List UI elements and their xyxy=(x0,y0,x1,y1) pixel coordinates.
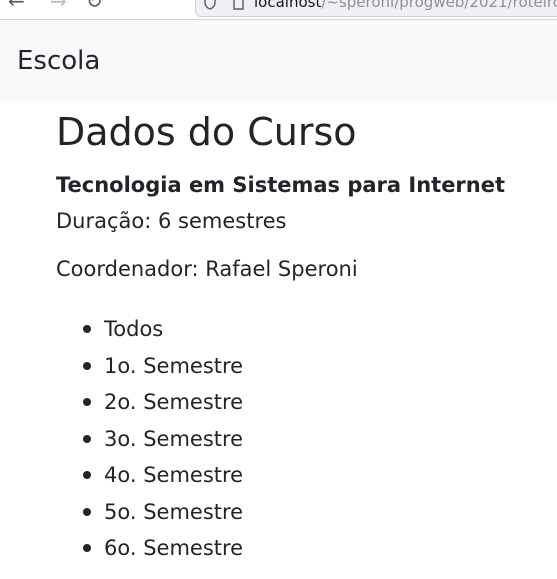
page-icon[interactable] xyxy=(232,0,244,10)
back-arrow-icon[interactable]: ← xyxy=(8,0,25,11)
semester-link[interactable]: 2o. Semestre xyxy=(104,390,243,414)
url-host: localhost xyxy=(254,0,322,11)
semester-link[interactable]: 5o. Semestre xyxy=(104,500,243,524)
navbar: Escola xyxy=(0,20,557,103)
url-text[interactable]: localhost/~speroni/progweb/2021/roteiro/ xyxy=(254,0,557,11)
semester-list-item: 4o. Semestre xyxy=(56,461,243,498)
url-path: /~speroni/progweb/2021/roteiro/ xyxy=(321,0,557,11)
semester-list-item: 1o. Semestre xyxy=(56,352,243,389)
bullet-icon xyxy=(83,434,91,443)
semester-list-item: 6o. Semestre xyxy=(56,534,243,571)
semester-list-item: 2o. Semestre xyxy=(56,388,243,425)
bullet-icon xyxy=(83,544,91,552)
bullet-icon xyxy=(83,398,91,406)
semester-link[interactable]: 6o. Semestre xyxy=(104,536,243,560)
browser-toolbar: ← → ↻ localhost/~speroni/progweb/2021/ro… xyxy=(0,0,557,20)
semester-link[interactable]: Todos xyxy=(104,317,163,341)
semester-list: Todos 1o. Semestre 2o. Semestre 3o. Semestr… xyxy=(56,315,243,571)
course-coordinator: Coordenador: Rafael Speroni xyxy=(56,257,358,281)
semester-list-item: 3o. Semestre xyxy=(56,425,243,462)
bullet-icon xyxy=(83,471,91,479)
semester-list-item: Todos xyxy=(56,315,243,352)
shield-icon[interactable] xyxy=(204,0,216,10)
reload-icon[interactable]: ↻ xyxy=(86,0,103,11)
address-bar[interactable]: localhost/~speroni/progweb/2021/roteiro/ xyxy=(195,0,557,17)
forward-arrow-icon[interactable]: → xyxy=(50,0,67,11)
bullet-icon xyxy=(83,361,91,370)
semester-link[interactable]: 3o. Semestre xyxy=(104,427,243,451)
semester-list-item: 5o. Semestre xyxy=(56,498,243,535)
course-name: Tecnologia em Sistemas para Internet xyxy=(56,173,506,197)
navbar-brand[interactable]: Escola xyxy=(17,44,100,78)
semester-link[interactable]: 4o. Semestre xyxy=(104,463,243,487)
bullet-icon xyxy=(83,325,91,333)
course-duration: Duração: 6 semestres xyxy=(56,209,287,233)
semester-link[interactable]: 1o. Semestre xyxy=(104,354,243,378)
bullet-icon xyxy=(83,507,91,516)
page-title: Dados do Curso xyxy=(56,110,357,154)
